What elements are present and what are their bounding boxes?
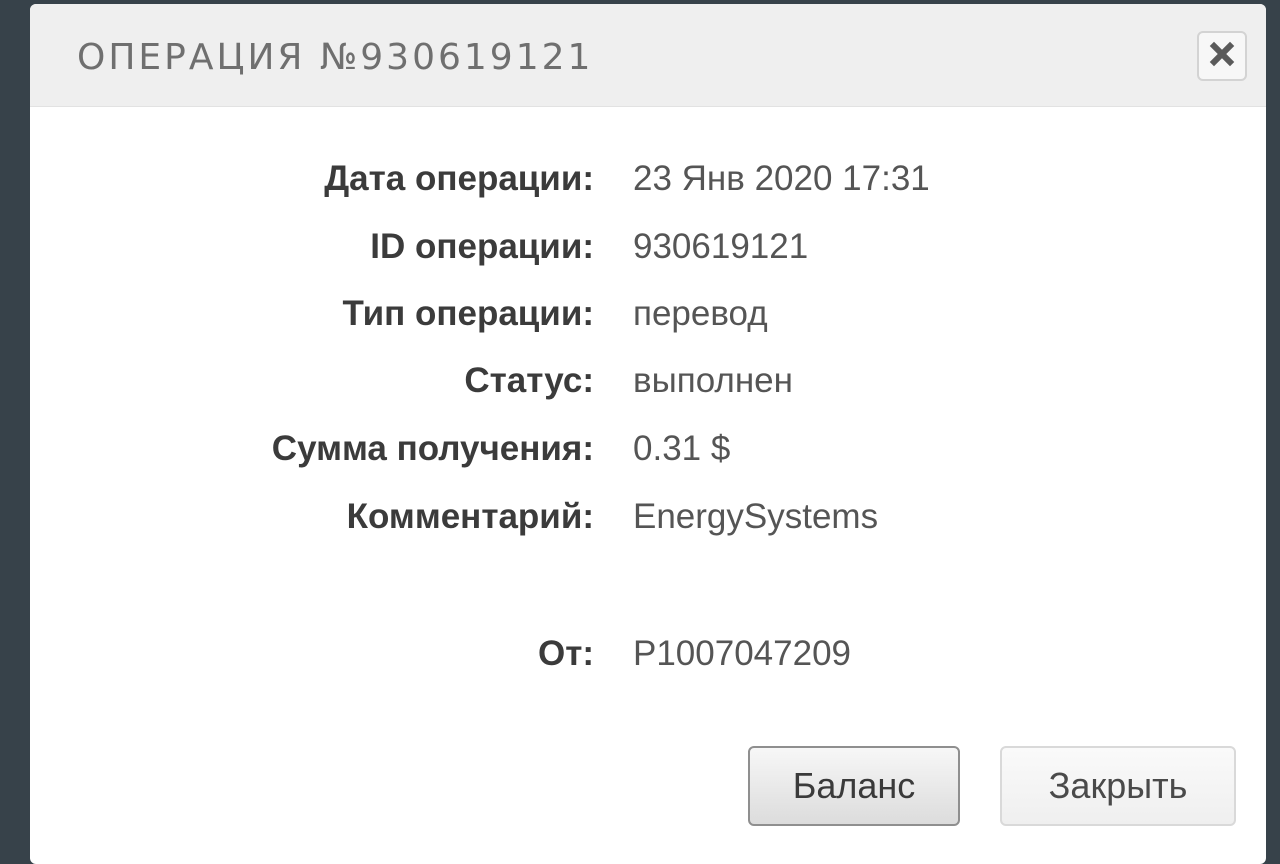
detail-value: 23 Янв 2020 17:31 [633, 159, 930, 198]
balance-button[interactable]: Баланс [748, 746, 960, 826]
dialog-header: ОПЕРАЦИЯ №930619121 [30, 4, 1266, 107]
detail-value: 0.31 $ [633, 429, 731, 468]
detail-row-from: От: P1007047209 [30, 629, 1266, 679]
operation-dialog: ОПЕРАЦИЯ №930619121 Дата операции: 23 Ян… [30, 4, 1266, 864]
detail-value: 930619121 [633, 227, 809, 266]
detail-value: выполнен [633, 361, 793, 400]
detail-row-amount: Сумма получения: 0.31 $ [30, 424, 1266, 474]
detail-label: Статус: [464, 361, 594, 400]
detail-label: Комментарий: [346, 497, 594, 536]
detail-row-date: Дата операции: 23 Янв 2020 17:31 [30, 154, 1266, 204]
detail-row-id: ID операции: 930619121 [30, 222, 1266, 272]
dialog-title: ОПЕРАЦИЯ №930619121 [77, 37, 594, 78]
detail-row-type: Тип операции: перевод [30, 289, 1266, 339]
detail-label: Сумма получения: [271, 429, 594, 468]
detail-label: От: [537, 634, 594, 673]
detail-value: P1007047209 [633, 634, 851, 673]
detail-value: EnergySystems [633, 497, 879, 536]
detail-value: перевод [633, 294, 768, 333]
detail-row-status: Статус: выполнен [30, 356, 1266, 406]
close-button[interactable]: Закрыть [1000, 746, 1236, 826]
detail-label: Дата операции: [324, 159, 594, 198]
detail-label: ID операции: [370, 227, 594, 266]
detail-label: Тип операции: [342, 294, 594, 333]
close-icon [1209, 41, 1235, 71]
detail-row-comment: Комментарий: EnergySystems [30, 492, 1266, 542]
close-dialog-button[interactable] [1197, 31, 1247, 81]
